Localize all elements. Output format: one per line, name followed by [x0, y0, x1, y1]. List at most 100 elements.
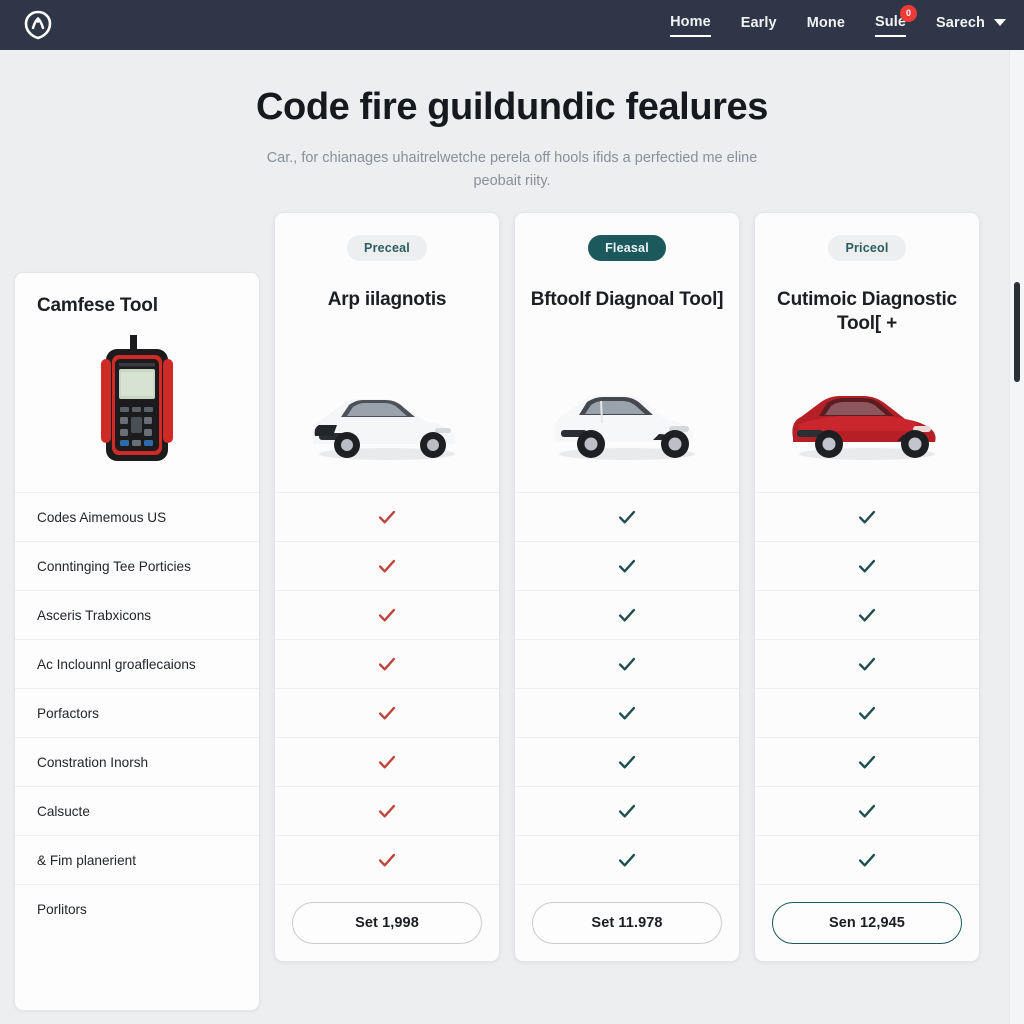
product-card-3-header: Priceol Cutimoic Diagnostic Tool[ +	[755, 213, 979, 493]
top-navigation-bar: Home Early Mone Sule 0 Sarech	[0, 0, 1024, 50]
check-row	[515, 493, 739, 542]
check-row	[515, 689, 739, 738]
check-icon	[618, 559, 636, 573]
product-card-3: Priceol Cutimoic Diagnostic Tool[ + Sen …	[754, 212, 980, 962]
product-card-2-cta-button[interactable]: Set 11.978	[532, 902, 722, 944]
product-card-1-title: Arp iilagnotis	[327, 289, 447, 310]
check-row	[275, 836, 499, 885]
feature-column-footer	[15, 934, 259, 1010]
check-row	[275, 591, 499, 640]
check-icon	[378, 755, 396, 769]
check-row	[755, 738, 979, 787]
check-icon	[378, 657, 396, 671]
product-card-2-title: Bftoolf Diagnoal Tool]	[530, 289, 724, 310]
product-card-3-badge: Priceol	[828, 235, 906, 261]
product-card-1-cta-button[interactable]: Set 1,998	[292, 902, 482, 944]
check-row	[755, 640, 979, 689]
check-icon	[858, 510, 876, 524]
feature-row: Porfactors	[15, 689, 259, 738]
hero-section: Code fire guildundic fealures Car., for …	[0, 50, 1024, 194]
feature-row: Codes Aimemous US	[15, 493, 259, 542]
product-card-1-footer: Set 1,998	[275, 885, 499, 961]
product-card-2-header: Fleasal Bftoolf Diagnoal Tool]	[515, 213, 739, 493]
check-row	[275, 542, 499, 591]
nav-link-early-label: Early	[740, 14, 777, 31]
check-icon	[378, 559, 396, 573]
check-row	[515, 542, 739, 591]
brand-logo[interactable]	[18, 5, 58, 45]
check-row	[755, 689, 979, 738]
nav-link-home-label: Home	[670, 13, 711, 30]
check-row	[515, 591, 739, 640]
check-row	[755, 787, 979, 836]
vertical-scrollbar[interactable]	[1009, 50, 1024, 1024]
nav-link-home[interactable]: Home	[670, 14, 711, 37]
check-icon	[618, 853, 636, 867]
brand-logo-icon	[24, 10, 52, 40]
check-row	[755, 836, 979, 885]
obd-scanner-image	[101, 335, 173, 461]
check-icon	[378, 804, 396, 818]
product-card-3-checks	[755, 493, 979, 885]
check-icon	[618, 706, 636, 720]
product-card-2: Fleasal Bftoolf Diagnoal Tool] Set 11.97…	[514, 212, 740, 962]
check-row	[275, 787, 499, 836]
check-row	[755, 493, 979, 542]
nav-link-early[interactable]: Early	[741, 15, 777, 36]
check-icon	[858, 559, 876, 573]
product-card-2-footer: Set 11.978	[515, 885, 739, 961]
scrollbar-thumb[interactable]	[1014, 282, 1020, 382]
chevron-down-icon	[994, 19, 1006, 26]
white-sedan-image	[312, 399, 456, 460]
comparison-columns: Camfese Tool Codes Aimemous US Conntingi…	[14, 212, 1010, 1011]
check-icon	[858, 853, 876, 867]
check-icon	[618, 510, 636, 524]
check-icon	[378, 706, 396, 720]
nav-link-mone[interactable]: Mone	[807, 15, 845, 36]
check-icon	[858, 706, 876, 720]
nav-dropdown-sarech[interactable]: Sarech	[936, 15, 1006, 36]
check-icon	[858, 755, 876, 769]
check-row	[515, 640, 739, 689]
check-icon	[618, 804, 636, 818]
comparison-grid: Camfese Tool Codes Aimemous US Conntingi…	[14, 212, 1010, 1011]
check-icon	[858, 804, 876, 818]
feature-row: Conntinging Tee Porticies	[15, 542, 259, 591]
check-row	[275, 493, 499, 542]
nav-dropdown-label: Sarech	[936, 14, 985, 31]
product-card-3-footer: Sen 12,945	[755, 885, 979, 961]
feature-row: Asceris Trabxicons	[15, 591, 259, 640]
nav-link-sule[interactable]: Sule 0	[875, 4, 918, 37]
feature-column-title: Camfese Tool	[37, 295, 158, 316]
feature-row: Constration Inorsh	[15, 738, 259, 787]
check-row	[275, 689, 499, 738]
nav-link-mone-label: Mone	[806, 14, 845, 31]
check-icon	[378, 510, 396, 524]
check-row	[275, 640, 499, 689]
nav-notification-badge: 0	[900, 4, 918, 22]
check-icon	[858, 608, 876, 622]
check-row	[275, 738, 499, 787]
product-card-2-checks	[515, 493, 739, 885]
product-card-3-cta-button[interactable]: Sen 12,945	[772, 902, 962, 944]
white-hatchback-image	[553, 395, 695, 460]
check-icon	[858, 657, 876, 671]
check-row	[515, 836, 739, 885]
check-icon	[378, 608, 396, 622]
product-card-1-badge: Preceal	[347, 235, 427, 261]
red-sedan-image	[792, 396, 936, 460]
check-icon	[618, 657, 636, 671]
check-row	[755, 591, 979, 640]
feature-rows: Codes Aimemous US Conntinging Tee Portic…	[15, 493, 259, 934]
nav-links: Home Early Mone Sule 0 Sarech	[670, 4, 1006, 37]
check-row	[515, 787, 739, 836]
feature-row: & Fim planerient	[15, 836, 259, 885]
check-icon	[618, 608, 636, 622]
check-icon	[618, 755, 636, 769]
product-card-1-checks	[275, 493, 499, 885]
page-subtitle: Car., for chianages uhaitrelwetche perel…	[266, 149, 758, 190]
feature-row: Calsucte	[15, 787, 259, 836]
product-card-1: Preceal Arp iilagnotis Set 1,998	[274, 212, 500, 962]
feature-column-header: Camfese Tool	[15, 273, 259, 493]
feature-row: Ac Inclounnl groaflecaions	[15, 640, 259, 689]
